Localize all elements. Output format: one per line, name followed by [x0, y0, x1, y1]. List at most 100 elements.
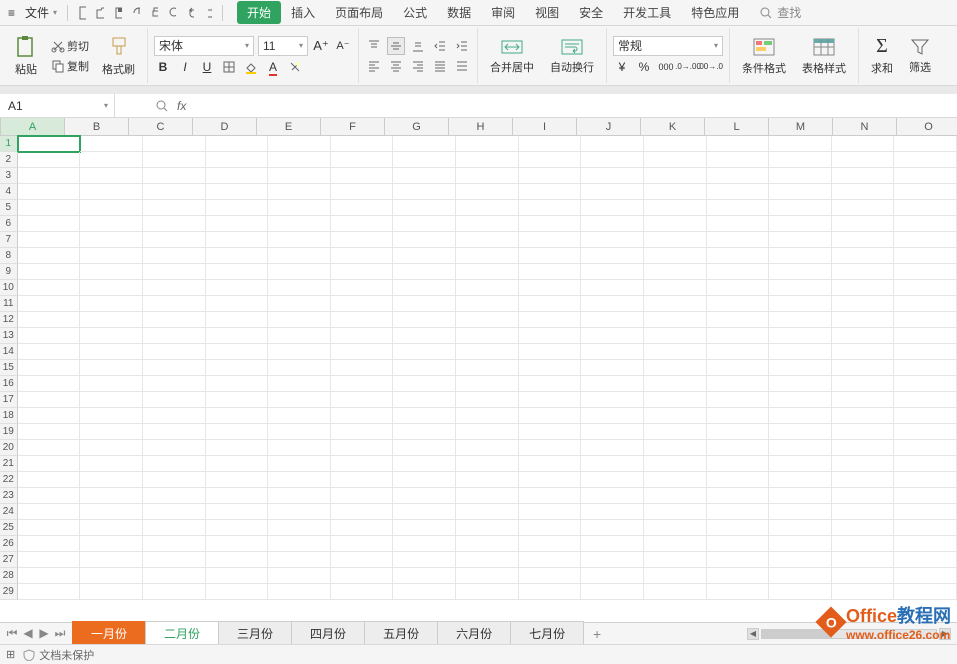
decrease-decimal-icon[interactable]: .00→.0	[701, 58, 719, 76]
cell[interactable]	[707, 360, 770, 376]
cell[interactable]	[80, 584, 143, 600]
cell[interactable]	[143, 200, 206, 216]
row-header[interactable]: 1	[0, 136, 18, 152]
cell[interactable]	[206, 424, 269, 440]
cell[interactable]	[331, 568, 394, 584]
cell[interactable]	[268, 168, 331, 184]
cell[interactable]	[18, 504, 81, 520]
increase-indent-icon[interactable]	[453, 37, 471, 55]
cell[interactable]	[581, 440, 644, 456]
sheet-tab[interactable]: 三月份	[218, 621, 292, 645]
tab-review[interactable]: 审阅	[481, 0, 525, 25]
cell[interactable]	[268, 392, 331, 408]
cell[interactable]	[18, 376, 81, 392]
cell[interactable]	[18, 296, 81, 312]
cell[interactable]	[456, 168, 519, 184]
cell[interactable]	[393, 520, 456, 536]
cell[interactable]	[644, 536, 707, 552]
cell[interactable]	[832, 232, 895, 248]
border-icon[interactable]	[220, 58, 238, 76]
tab-special[interactable]: 特色应用	[681, 0, 749, 25]
cell[interactable]	[331, 440, 394, 456]
cell[interactable]	[707, 376, 770, 392]
column-header[interactable]: J	[577, 118, 641, 135]
cell[interactable]	[393, 552, 456, 568]
cell[interactable]	[331, 408, 394, 424]
underline-icon[interactable]: U	[198, 58, 216, 76]
cell[interactable]	[206, 200, 269, 216]
tab-formula[interactable]: 公式	[393, 0, 437, 25]
row-header[interactable]: 11	[0, 296, 18, 312]
cell[interactable]	[832, 184, 895, 200]
cell[interactable]	[206, 440, 269, 456]
cell[interactable]	[769, 200, 832, 216]
cell[interactable]	[644, 232, 707, 248]
cell[interactable]	[707, 296, 770, 312]
sheet-tab[interactable]: 七月份	[510, 621, 584, 645]
cell[interactable]	[143, 184, 206, 200]
cell[interactable]	[393, 568, 456, 584]
cell[interactable]	[519, 216, 582, 232]
cell[interactable]	[18, 440, 81, 456]
row-header[interactable]: 29	[0, 584, 18, 600]
cell[interactable]	[456, 312, 519, 328]
cell[interactable]	[832, 424, 895, 440]
row-header[interactable]: 23	[0, 488, 18, 504]
cell[interactable]	[769, 344, 832, 360]
row-header[interactable]: 7	[0, 232, 18, 248]
percent-icon[interactable]: %	[635, 58, 653, 76]
cell[interactable]	[769, 216, 832, 232]
cell[interactable]	[393, 440, 456, 456]
save-icon[interactable]	[110, 5, 126, 21]
cell[interactable]	[206, 264, 269, 280]
cell[interactable]	[18, 584, 81, 600]
cell[interactable]	[18, 232, 81, 248]
cell[interactable]	[894, 536, 957, 552]
cell[interactable]	[519, 200, 582, 216]
cell[interactable]	[80, 184, 143, 200]
sheet-nav-last[interactable]: ⏭	[52, 626, 68, 641]
cell[interactable]	[393, 248, 456, 264]
cell[interactable]	[18, 392, 81, 408]
sheet-tab[interactable]: 二月份	[145, 621, 219, 645]
cell[interactable]	[268, 472, 331, 488]
column-header[interactable]: O	[897, 118, 957, 135]
cell[interactable]	[268, 424, 331, 440]
cell[interactable]	[769, 424, 832, 440]
cell[interactable]	[769, 520, 832, 536]
cell[interactable]	[206, 504, 269, 520]
cell[interactable]	[894, 344, 957, 360]
sheet-nav-prev[interactable]: ◀	[20, 626, 36, 641]
cell[interactable]	[206, 296, 269, 312]
cell[interactable]	[331, 504, 394, 520]
cell[interactable]	[894, 312, 957, 328]
cell[interactable]	[331, 584, 394, 600]
row-header[interactable]: 12	[0, 312, 18, 328]
cell[interactable]	[581, 472, 644, 488]
cell[interactable]	[80, 216, 143, 232]
column-header[interactable]: C	[129, 118, 193, 135]
cell[interactable]	[268, 312, 331, 328]
cell[interactable]	[456, 456, 519, 472]
cell[interactable]	[80, 472, 143, 488]
cell[interactable]	[894, 472, 957, 488]
cell[interactable]	[456, 408, 519, 424]
cell[interactable]	[769, 264, 832, 280]
cell[interactable]	[769, 312, 832, 328]
cell[interactable]	[18, 312, 81, 328]
cell[interactable]	[832, 504, 895, 520]
cell[interactable]	[143, 280, 206, 296]
cell[interactable]	[894, 552, 957, 568]
cell[interactable]	[644, 440, 707, 456]
cell[interactable]	[206, 568, 269, 584]
cell[interactable]	[581, 488, 644, 504]
cell[interactable]	[143, 168, 206, 184]
cell[interactable]	[80, 248, 143, 264]
cut-button[interactable]: 剪切	[48, 37, 92, 55]
cell[interactable]	[206, 584, 269, 600]
cell[interactable]	[80, 136, 143, 152]
cell[interactable]	[143, 536, 206, 552]
cell[interactable]	[644, 344, 707, 360]
cell[interactable]	[519, 456, 582, 472]
clear-format-icon[interactable]	[286, 58, 304, 76]
